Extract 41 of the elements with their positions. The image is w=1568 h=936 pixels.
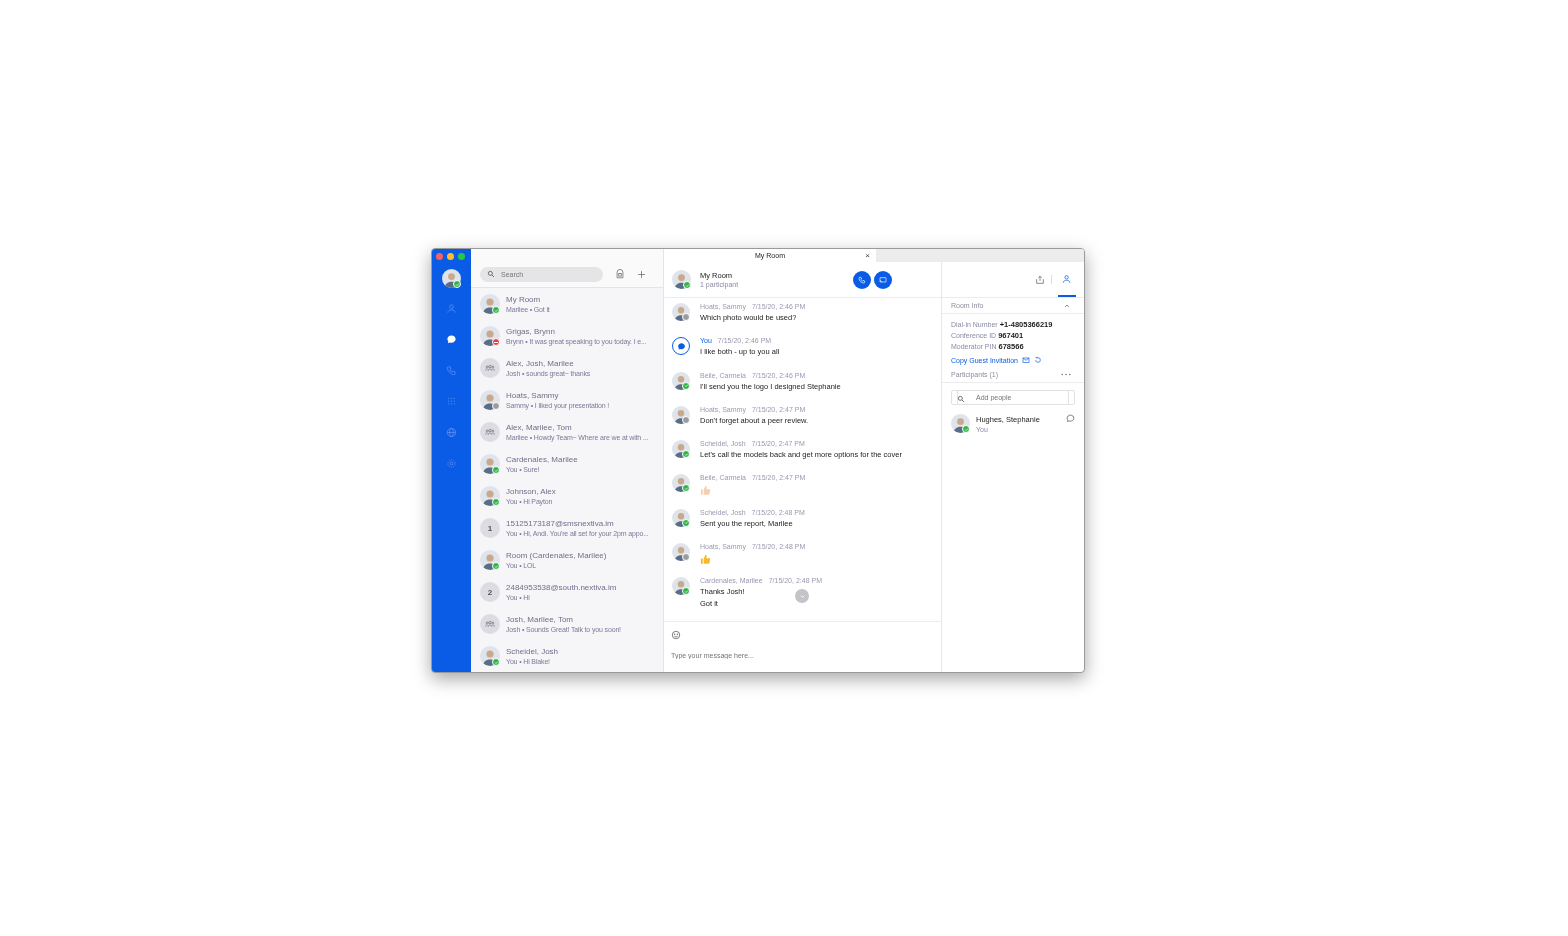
search-icon <box>957 394 965 403</box>
conversation-name: Room (Cardenales, Marilee) <box>506 551 607 560</box>
emoji-icon[interactable] <box>671 630 681 640</box>
person-icon <box>1062 273 1072 284</box>
phone-call-button[interactable] <box>853 270 871 289</box>
conversation-name: Johnson, Alex <box>506 487 556 496</box>
conversation-name: Hoats, Sammy <box>506 391 560 400</box>
conversation-name: My Room <box>506 295 542 304</box>
mail-icon[interactable] <box>1021 356 1030 364</box>
conversation-name: Grigas, Brynn <box>506 327 556 336</box>
zoom-window-icon[interactable] <box>458 253 465 260</box>
dialpad-icon <box>446 396 457 407</box>
conversation-name: 2484953538@south.nextiva.im <box>506 583 617 592</box>
conversation-name: Scheidel, Josh <box>506 647 559 656</box>
chat-bubble-icon[interactable] <box>1066 414 1075 423</box>
conversation-name: Alex, Marilee, Tom <box>506 423 573 432</box>
globe-icon <box>446 427 457 438</box>
add-icon[interactable] <box>637 269 646 279</box>
phone-icon <box>858 275 866 284</box>
close-tab-button[interactable]: × <box>865 251 870 260</box>
conversation-name: Josh, Marilee, Tom <box>506 615 574 624</box>
minimize-window-icon[interactable] <box>447 253 454 260</box>
phone-icon <box>446 365 457 376</box>
refresh-icon[interactable] <box>1033 356 1042 364</box>
room-door-icon[interactable] <box>615 269 625 279</box>
number-avatar: 1 <box>480 518 500 538</box>
screen-icon <box>879 275 887 284</box>
chat-bubble-icon <box>446 334 457 345</box>
close-window-icon[interactable] <box>436 253 443 260</box>
chevron-down-icon <box>798 592 806 600</box>
settings-icon <box>446 458 457 469</box>
screen-share-button[interactable] <box>874 270 892 289</box>
scroll-down-button[interactable] <box>795 589 809 603</box>
more-icon[interactable] <box>1061 372 1071 376</box>
share-icon[interactable] <box>1035 274 1045 285</box>
conversation-name: Cardenales, Marilee <box>506 455 578 464</box>
search-icon <box>487 270 495 278</box>
conversation-name: 15125173187@smsnextiva.im <box>506 519 615 528</box>
number-avatar: 2 <box>480 582 500 602</box>
conversation-name: Alex, Josh, Marilee <box>506 359 575 368</box>
person-icon <box>446 303 457 314</box>
